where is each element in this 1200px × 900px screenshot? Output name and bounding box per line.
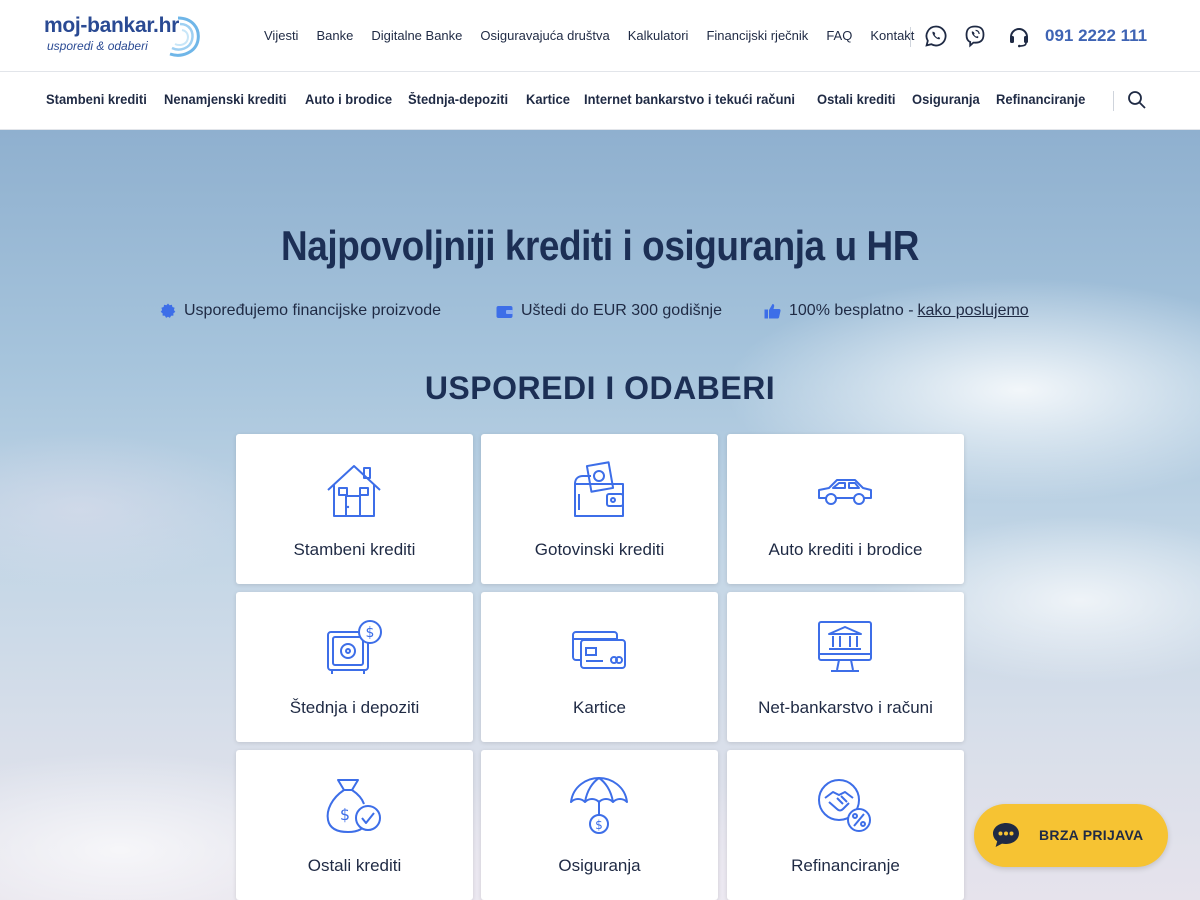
how-we-work-link[interactable]: kako poslujemo	[918, 302, 1029, 320]
handshake-percent-icon	[818, 779, 871, 832]
umbrella-icon: $	[570, 777, 628, 834]
card-label: Gotovinski krediti	[534, 540, 665, 559]
card-label: Štednja i depoziti	[289, 698, 420, 717]
feature-list: Uspoređujemo financijske proizvode Ušted…	[160, 302, 1060, 324]
catnav-refinanciranje[interactable]: Refinanciranje	[996, 92, 1085, 107]
top-bar: moj-bankar.hr usporedi & odaberi Vijesti…	[0, 0, 1200, 72]
online-bank-icon	[818, 621, 872, 672]
card-net-bankarstvo[interactable]: Net-bankarstvo i računi	[727, 592, 964, 742]
feature-item: 100% besplatno - kako poslujemo	[764, 302, 1029, 320]
logo-swirl-icon	[169, 16, 200, 57]
catnav-internet-bankarstvo[interactable]: Internet bankarstvo i tekući računi	[584, 92, 795, 107]
feature-text: Uštedi do EUR 300 godišnje	[521, 302, 723, 319]
feature-item: Uspoređujemo financijske proizvode	[160, 302, 441, 320]
thumbs-up-icon	[764, 304, 781, 319]
card-kartice[interactable]: Kartice	[481, 592, 718, 742]
card-stednja-depoziti[interactable]: $ Štednja i depoziti	[236, 592, 473, 742]
topnav-faq[interactable]: FAQ	[826, 28, 852, 43]
headset-icon	[1010, 28, 1028, 48]
topnav-kontakt[interactable]: Kontakt	[870, 28, 914, 43]
quick-login-label: BRZA PRIJAVA	[1039, 827, 1144, 843]
divider	[910, 27, 911, 47]
catnav-nenamjenski-krediti[interactable]: Nenamjenski krediti	[164, 92, 286, 107]
category-bar: Stambeni krediti Nenamjenski krediti Aut…	[0, 73, 1200, 130]
catnav-auto-i-brodice[interactable]: Auto i brodice	[305, 92, 392, 107]
house-icon	[327, 465, 381, 517]
topnav-vijesti[interactable]: Vijesti	[264, 28, 298, 43]
feature-text: 100% besplatno -	[789, 302, 914, 319]
catnav-stednja-depoziti[interactable]: Štednja-depoziti	[408, 92, 508, 107]
car-icon	[818, 479, 872, 505]
svg-text:$: $	[366, 625, 375, 641]
viber-icon[interactable]	[963, 24, 987, 48]
whatsapp-icon[interactable]	[924, 24, 948, 48]
chat-bubble-icon	[993, 823, 1019, 847]
catnav-kartice[interactable]: Kartice	[526, 92, 570, 107]
hero-title: Najpovoljniji krediti i osiguranja u HR	[281, 222, 919, 269]
card-label: Osiguranja	[558, 856, 641, 875]
credit-cards-icon	[572, 631, 626, 669]
topnav-banke[interactable]: Banke	[316, 28, 353, 43]
card-stambeni-krediti[interactable]: Stambeni krediti	[236, 434, 473, 584]
phone-number[interactable]: 091 2222 111	[1045, 26, 1147, 46]
topnav-kalkulatori[interactable]: Kalkulatori	[628, 28, 689, 43]
topnav-financijski-rjecnik[interactable]: Financijski rječnik	[706, 28, 808, 43]
search-icon[interactable]	[1127, 90, 1147, 110]
category-navigation: Stambeni krediti Nenamjenski krediti Aut…	[46, 92, 1102, 107]
card-label: Kartice	[573, 698, 626, 717]
topnav-osiguravajuca-drustva[interactable]: Osiguravajuća društva	[480, 28, 609, 43]
section-title: USPOREDI I ODABERI	[424, 370, 776, 406]
top-navigation: Vijesti Banke Digitalne Banke Osiguravaj…	[264, 28, 932, 43]
quick-login-button[interactable]: BRZA PRIJAVA	[974, 804, 1168, 867]
card-osiguranja[interactable]: $ Osiguranja	[481, 750, 718, 900]
site-logo[interactable]: moj-bankar.hr usporedi & odaberi	[44, 14, 204, 58]
card-label: Ostali krediti	[307, 856, 402, 875]
safe-icon: $	[327, 620, 382, 674]
topnav-digitalne-banke[interactable]: Digitalne Banke	[371, 28, 462, 43]
card-ostali-krediti[interactable]: $ Ostali krediti	[236, 750, 473, 900]
card-label: Stambeni krediti	[293, 540, 416, 559]
catnav-ostali-krediti[interactable]: Ostali krediti	[817, 92, 896, 107]
cash-wallet-icon	[574, 461, 624, 517]
badge-icon	[160, 303, 176, 318]
card-label: Net-bankarstvo i računi	[758, 698, 933, 717]
money-bag-icon: $	[326, 779, 381, 833]
feature-item: Uštedi do EUR 300 godišnje	[496, 302, 722, 320]
feature-text: Uspoređujemo financijske proizvode	[184, 302, 442, 319]
card-refinanciranje[interactable]: Refinanciranje	[727, 750, 964, 900]
catnav-stambeni-krediti[interactable]: Stambeni krediti	[46, 92, 147, 107]
logo-tagline: usporedi & odaberi	[47, 39, 148, 53]
card-auto-krediti[interactable]: Auto krediti i brodice	[727, 434, 964, 584]
card-gotovinski-krediti[interactable]: Gotovinski krediti	[481, 434, 718, 584]
catnav-osiguranja[interactable]: Osiguranja	[912, 92, 980, 107]
divider	[1113, 91, 1114, 111]
hero-section: Najpovoljniji krediti i osiguranja u HR …	[0, 130, 1200, 900]
card-label: Auto krediti i brodice	[768, 540, 923, 559]
svg-text:$: $	[340, 805, 350, 824]
wallet-icon	[496, 305, 513, 318]
card-label: Refinanciranje	[791, 856, 900, 875]
svg-text:$: $	[595, 818, 603, 832]
